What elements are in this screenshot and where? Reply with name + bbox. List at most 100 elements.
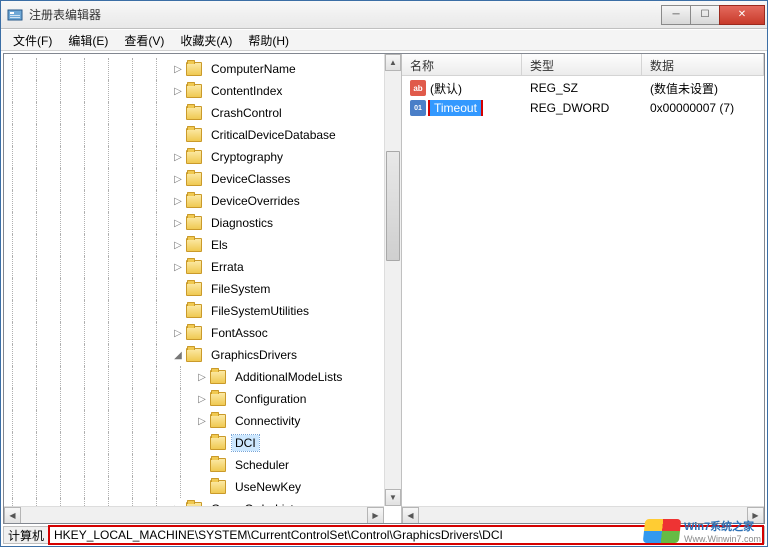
menu-edit[interactable]: 编辑(E) <box>60 30 116 51</box>
status-label: 计算机 <box>4 527 48 544</box>
value-type: REG_SZ <box>522 81 642 95</box>
tree-expander-icon[interactable]: ▷ <box>172 85 184 97</box>
scroll-thumb[interactable] <box>386 151 400 261</box>
tree-item[interactable]: CriticalDeviceDatabase <box>4 124 384 146</box>
tree-item-label: DeviceClasses <box>208 171 293 187</box>
folder-icon <box>186 304 202 318</box>
folder-icon <box>186 106 202 120</box>
tree-item-label: Diagnostics <box>208 215 276 231</box>
tree-expander-icon[interactable] <box>172 283 184 295</box>
tree-item[interactable]: ▷ Diagnostics <box>4 212 384 234</box>
tree-item-label: ComputerName <box>208 61 299 77</box>
tree-item[interactable]: CrashControl <box>4 102 384 124</box>
tree-expander-icon[interactable]: ▷ <box>196 393 208 405</box>
tree-expander-icon[interactable]: ▷ <box>196 371 208 383</box>
tree-expander-icon[interactable]: ▷ <box>172 63 184 75</box>
registry-tree[interactable]: ▷ ComputerName ▷ContentIndexCrashControlCr… <box>4 54 384 523</box>
tree-item[interactable]: ▷Connectivity <box>4 410 384 432</box>
tree-expander-icon[interactable]: ▷ <box>172 239 184 251</box>
scroll-track[interactable] <box>385 71 401 489</box>
tree-item-label: FileSystem <box>208 281 273 297</box>
tree-item-label: Configuration <box>232 391 309 407</box>
tree-expander-icon[interactable]: ◢ <box>172 349 184 361</box>
folder-icon <box>210 370 226 384</box>
folder-icon <box>186 172 202 186</box>
tree-item[interactable]: ▷ Errata <box>4 256 384 278</box>
minimize-button[interactable]: ─ <box>661 5 691 25</box>
folder-icon <box>186 282 202 296</box>
folder-icon <box>210 414 226 428</box>
scroll-left-button[interactable]: ◀ <box>402 507 419 523</box>
titlebar[interactable]: 注册表编辑器 ─ ☐ ✕ <box>1 1 767 29</box>
windows-logo-icon <box>643 519 682 543</box>
folder-icon <box>186 128 202 142</box>
value-data: (数值未设置) <box>642 80 764 97</box>
tree-item[interactable]: ▷ ComputerName <box>4 58 384 80</box>
window-controls: ─ ☐ ✕ <box>662 5 765 25</box>
folder-icon <box>186 326 202 340</box>
menu-help[interactable]: 帮助(H) <box>240 30 297 51</box>
tree-item[interactable]: FileSystem <box>4 278 384 300</box>
tree-expander-icon[interactable]: ▷ <box>172 217 184 229</box>
folder-icon <box>186 194 202 208</box>
app-icon <box>7 7 23 23</box>
tree-expander-icon[interactable]: ▷ <box>172 151 184 163</box>
scroll-down-button[interactable]: ▼ <box>385 489 401 506</box>
tree-pane: ▷ ComputerName ▷ContentIndexCrashControlCr… <box>4 54 402 523</box>
tree-horizontal-scrollbar[interactable]: ◀ ▶ <box>4 506 384 523</box>
scroll-right-button[interactable]: ▶ <box>367 507 384 523</box>
menu-favorites[interactable]: 收藏夹(A) <box>172 30 240 51</box>
tree-item[interactable]: FileSystemUtilities <box>4 300 384 322</box>
tree-item[interactable]: ▷DeviceOverrides <box>4 190 384 212</box>
tree-item[interactable]: ▷FontAssoc <box>4 322 384 344</box>
value-row[interactable]: TimeoutREG_DWORD0x00000007 (7) <box>402 98 764 118</box>
column-name[interactable]: 名称 <box>402 54 522 75</box>
menu-view[interactable]: 查看(V) <box>116 30 172 51</box>
tree-item-label: Errata <box>208 259 247 275</box>
dword-value-icon <box>410 100 426 116</box>
tree-item[interactable]: ▷ DeviceClasses <box>4 168 384 190</box>
tree-item[interactable]: ◢GraphicsDrivers <box>4 344 384 366</box>
value-row[interactable]: (默认)REG_SZ(数值未设置) <box>402 78 764 98</box>
tree-expander-icon[interactable] <box>172 129 184 141</box>
maximize-button[interactable]: ☐ <box>690 5 720 25</box>
tree-expander-icon[interactable] <box>172 305 184 317</box>
values-list[interactable]: (默认)REG_SZ(数值未设置)TimeoutREG_DWORD0x00000… <box>402 76 764 120</box>
tree-item[interactable]: DCI <box>4 432 384 454</box>
tree-expander-icon[interactable] <box>196 481 208 493</box>
tree-expander-icon[interactable]: ▷ <box>172 261 184 273</box>
tree-expander-icon[interactable]: ▷ <box>172 173 184 185</box>
window-title: 注册表编辑器 <box>29 6 662 23</box>
close-button[interactable]: ✕ <box>719 5 765 25</box>
folder-icon <box>210 480 226 494</box>
tree-item-label: UseNewKey <box>232 479 304 495</box>
tree-expander-icon[interactable] <box>196 459 208 471</box>
folder-icon <box>186 216 202 230</box>
tree-item[interactable]: ▷ Configuration <box>4 388 384 410</box>
tree-expander-icon[interactable]: ▷ <box>172 327 184 339</box>
scroll-left-button[interactable]: ◀ <box>4 507 21 523</box>
menu-file[interactable]: 文件(F) <box>5 30 60 51</box>
menubar: 文件(F) 编辑(E) 查看(V) 收藏夹(A) 帮助(H) <box>1 29 767 51</box>
tree-item[interactable]: ▷AdditionalModeLists <box>4 366 384 388</box>
tree-item[interactable]: Scheduler <box>4 454 384 476</box>
watermark-line1: Win7系统之家 <box>684 518 761 534</box>
tree-item[interactable]: UseNewKey <box>4 476 384 498</box>
tree-item[interactable]: ▷ Els <box>4 234 384 256</box>
tree-item-label: DCI <box>232 435 259 451</box>
tree-expander-icon[interactable]: ▷ <box>172 195 184 207</box>
tree-item-label: Els <box>208 237 231 253</box>
tree-vertical-scrollbar[interactable]: ▲ ▼ <box>384 54 401 506</box>
column-data[interactable]: 数据 <box>642 54 764 75</box>
tree-expander-icon[interactable]: ▷ <box>196 415 208 427</box>
folder-icon <box>186 238 202 252</box>
list-header: 名称 类型 数据 <box>402 54 764 76</box>
tree-item[interactable]: ▷ContentIndex <box>4 80 384 102</box>
tree-expander-icon[interactable] <box>172 107 184 119</box>
tree-expander-icon[interactable] <box>196 437 208 449</box>
folder-icon <box>210 392 226 406</box>
column-type[interactable]: 类型 <box>522 54 642 75</box>
scroll-up-button[interactable]: ▲ <box>385 54 401 71</box>
tree-item[interactable]: ▷Cryptography <box>4 146 384 168</box>
watermark-line2: Www.Winwin7.com <box>684 534 761 544</box>
